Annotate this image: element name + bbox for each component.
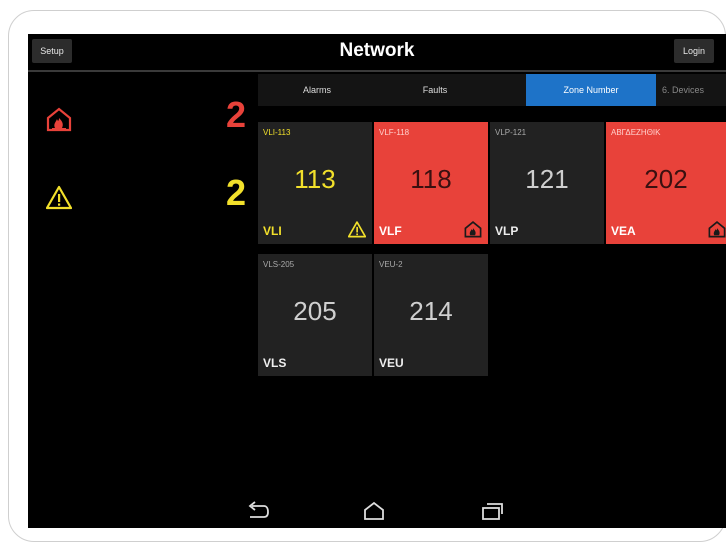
top-bar: Setup Network Login [28, 34, 726, 72]
zone-id: VLS-205 [263, 260, 295, 269]
zone-number: 118 [410, 164, 452, 194]
recents-icon[interactable] [480, 500, 504, 522]
warning-triangle-icon [348, 221, 366, 238]
page-title: Network [339, 40, 415, 61]
zone-number: 113 [294, 164, 336, 194]
app-screen: Setup Network Login 2 2 Alarms Faults Zo… [28, 34, 726, 528]
fire-alarm-icon [46, 107, 72, 132]
filter-tabs: Alarms Faults Zone Number 6. Devices [258, 74, 726, 106]
zone-type: VLF [379, 224, 402, 238]
zone-id: VLP-121 [495, 128, 527, 137]
alarm-summary: 2 [28, 90, 254, 150]
fault-count: 2 [225, 172, 246, 213]
zone-tile-118[interactable]: VLF-118 118 VLF [374, 122, 488, 244]
tab-zone-number[interactable]: Zone Number [526, 74, 656, 106]
zone-tile-214[interactable]: VEU-2 214 VEU [374, 254, 488, 376]
alarm-count: 2 [225, 94, 246, 135]
zone-type: VEA [611, 224, 636, 238]
zone-id: ΑΒΓΔΕΖΗΘΙΚ [611, 128, 661, 137]
fault-summary: 2 [28, 168, 254, 228]
fire-alarm-icon [464, 221, 482, 238]
tab-devices[interactable]: 6. Devices [662, 74, 726, 106]
zone-tile-121[interactable]: VLP-121 121 VLP [490, 122, 604, 244]
zone-number: 205 [293, 296, 337, 326]
warning-triangle-icon [46, 185, 72, 210]
zone-type: VLI [263, 224, 282, 238]
system-nav-bar [28, 494, 726, 528]
zone-number: 202 [644, 164, 688, 194]
back-icon[interactable] [246, 500, 270, 522]
zone-id: VEU-2 [379, 260, 403, 269]
tab-faults[interactable]: Faults [376, 74, 494, 106]
home-icon[interactable] [362, 500, 386, 522]
zone-number: 214 [409, 296, 453, 326]
zone-number: 121 [525, 164, 569, 194]
login-button[interactable]: Login [674, 39, 714, 63]
zone-type: VEU [379, 356, 404, 370]
zone-tile-205[interactable]: VLS-205 205 VLS [258, 254, 372, 376]
zone-tile-202[interactable]: ΑΒΓΔΕΖΗΘΙΚ 202 VEA [606, 122, 726, 244]
zone-type: VLS [263, 356, 287, 370]
fire-alarm-icon [708, 221, 726, 238]
zone-tile-113[interactable]: VLI-113 113 VLI [258, 122, 372, 244]
zone-id: VLF-118 [379, 128, 410, 137]
tab-alarms[interactable]: Alarms [258, 74, 376, 106]
zone-id: VLI-113 [263, 128, 291, 137]
zone-type: VLP [495, 224, 519, 238]
